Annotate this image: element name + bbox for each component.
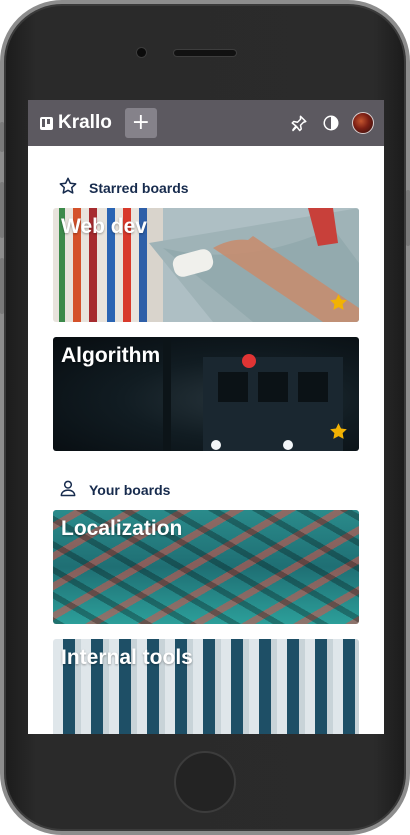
star-filled-icon[interactable] (328, 421, 349, 442)
boards-content: Starred boards Web dev Algorithm Your bo… (28, 146, 384, 734)
board-title: Localization (61, 517, 183, 540)
volume-down-button (0, 258, 4, 314)
starred-section-header: Starred boards (58, 177, 359, 199)
star-outline-icon (58, 176, 78, 200)
star-filled-icon[interactable] (328, 292, 349, 313)
earpiece-speaker (174, 50, 236, 56)
starred-section-title: Starred boards (89, 180, 189, 196)
brand-logo[interactable]: Krallo (40, 112, 112, 134)
volume-up-button (0, 182, 4, 238)
board-title: Internal tools (61, 646, 193, 669)
front-camera (137, 48, 146, 57)
user-avatar[interactable] (352, 112, 374, 134)
board-card-algorithm[interactable]: Algorithm (53, 337, 359, 451)
home-button[interactable] (174, 751, 236, 813)
power-button (406, 190, 410, 246)
mute-switch (0, 122, 4, 152)
board-card-localization[interactable]: Localization (53, 510, 359, 624)
add-board-button[interactable]: + (124, 108, 157, 138)
pin-icon[interactable] (289, 113, 309, 133)
brand-name: Krallo (58, 112, 112, 133)
board-icon (40, 116, 53, 130)
person-icon (58, 478, 78, 502)
board-card-internal-tools[interactable]: Internal tools (53, 639, 359, 734)
board-card-web-dev[interactable]: Web dev (53, 208, 359, 322)
app-screen: Krallo + Starred boards Web dev Algorith… (28, 100, 384, 734)
board-title: Algorithm (61, 344, 161, 367)
top-navigation-bar: Krallo + (28, 100, 384, 146)
half-circle-icon[interactable] (321, 113, 341, 133)
your-boards-section-title: Your boards (89, 482, 171, 498)
board-title: Web dev (61, 215, 147, 238)
your-boards-section-header: Your boards (58, 479, 359, 501)
